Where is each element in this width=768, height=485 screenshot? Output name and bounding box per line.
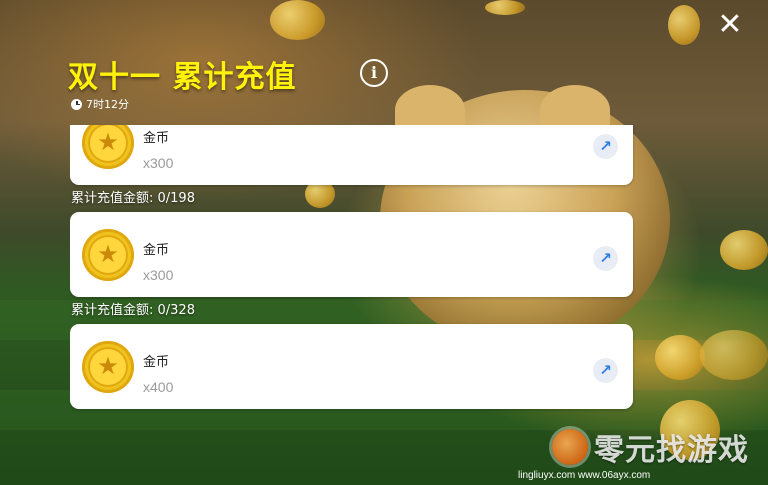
reward-card: ★ 金币 x300 ↗ xyxy=(70,125,633,185)
requirement-label: 累计充值金额: 0/328 xyxy=(71,303,195,318)
watermark-url: lingliuyx.com www.06ayx.com xyxy=(518,470,651,481)
reward-card: ★ 金币 x400 ↗ xyxy=(70,324,633,409)
reward-quantity: x300 xyxy=(143,267,174,283)
timer-text: 7时12分 xyxy=(86,98,129,111)
coin-decoration xyxy=(700,330,768,380)
clock-icon xyxy=(71,98,82,110)
coin-star-icon: ★ xyxy=(82,341,134,393)
watermark-text: 零元找游戏 xyxy=(594,433,749,468)
coin-decoration xyxy=(655,335,705,380)
info-icon[interactable]: i xyxy=(360,59,388,87)
requirement-label: 累计充值金额: 0/198 xyxy=(71,191,195,206)
reward-list[interactable]: ★ 金币 x300 ↗ 累计充值金额: 0/198 ★ 金币 x300 ↗ 累计… xyxy=(70,125,635,435)
reward-name: 金币 xyxy=(143,355,170,370)
coin-star-icon: ★ xyxy=(82,229,134,281)
coin-decoration xyxy=(270,0,325,40)
reward-name: 金币 xyxy=(143,243,170,258)
coin-star-icon: ★ xyxy=(82,125,134,169)
close-button[interactable]: ✕ xyxy=(716,10,744,40)
arrow-up-right-icon[interactable]: ↗ xyxy=(593,134,618,159)
arrow-up-right-icon[interactable]: ↗ xyxy=(593,246,618,271)
countdown-timer: 7时12分 xyxy=(71,96,129,112)
reward-quantity: x400 xyxy=(143,379,174,395)
coin-decoration xyxy=(720,230,768,270)
arrow-up-right-icon[interactable]: ↗ xyxy=(593,358,618,383)
watermark-logo-icon xyxy=(552,429,588,465)
reward-name: 金币 xyxy=(143,131,170,146)
watermark: 零元找游戏 xyxy=(552,425,749,469)
reward-card: ★ 金币 x300 ↗ xyxy=(70,212,633,297)
reward-quantity: x300 xyxy=(143,155,174,171)
page-title: 双十一 累计充值 xyxy=(68,60,297,95)
coin-decoration xyxy=(668,5,700,45)
coin-decoration xyxy=(485,0,525,15)
